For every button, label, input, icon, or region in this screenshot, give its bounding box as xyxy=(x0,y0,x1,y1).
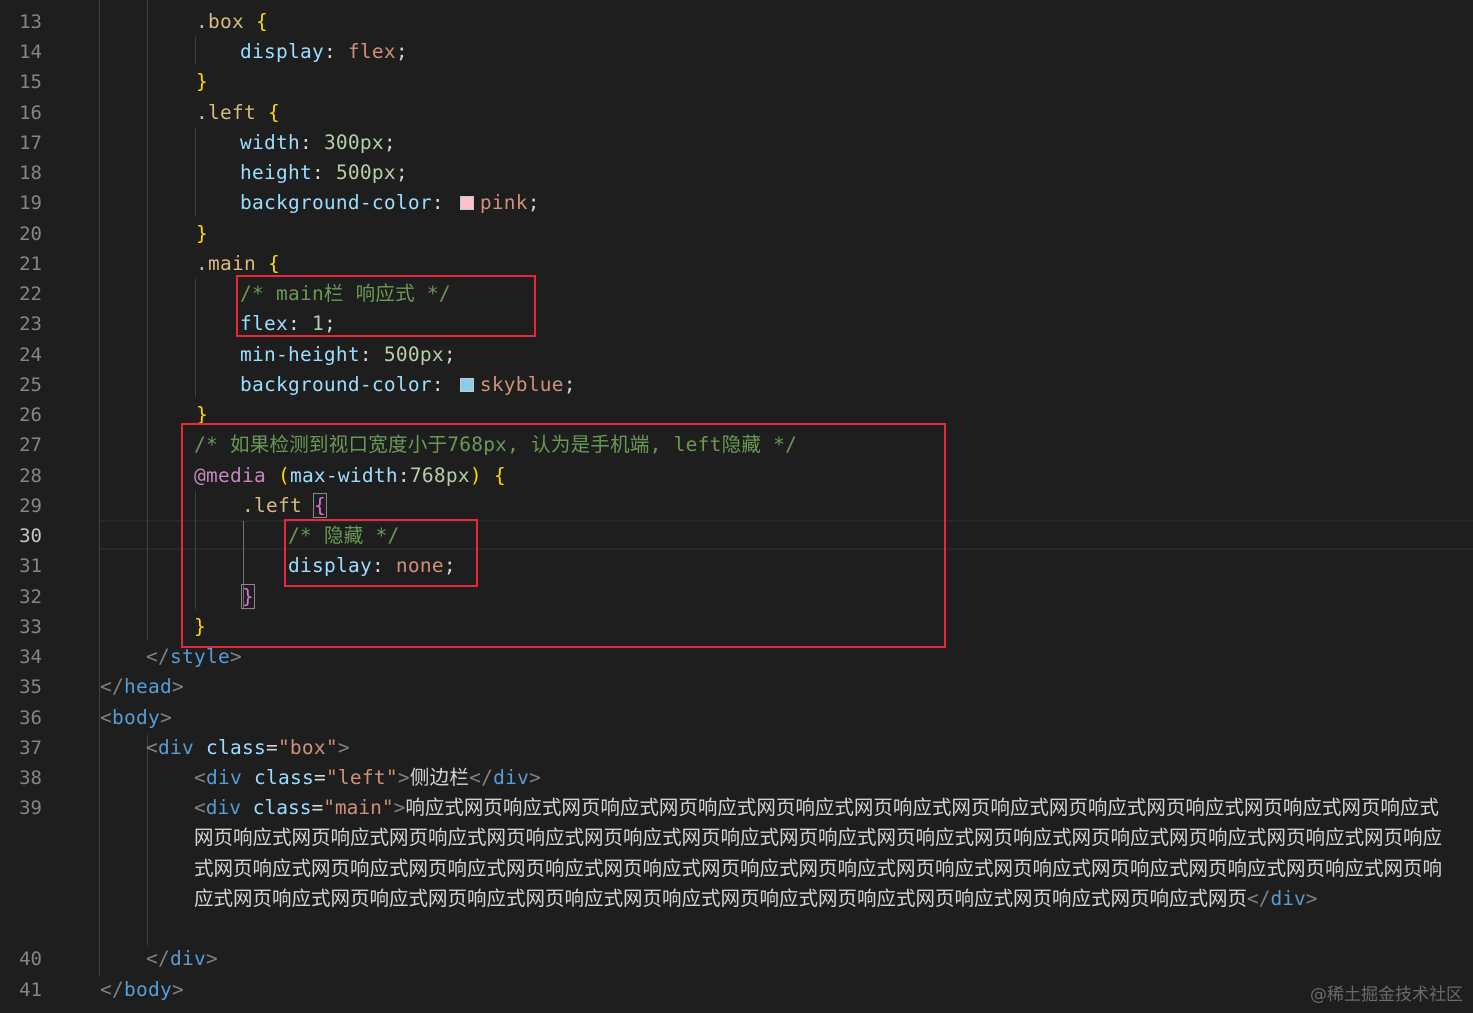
code-line: /* main栏 响应式 */ xyxy=(240,282,451,305)
code-line: display: none; xyxy=(288,554,456,577)
code-line: .left { xyxy=(242,493,327,518)
line-number: 33 xyxy=(19,616,42,638)
code-line-active[interactable]: /* 隐藏 */ xyxy=(100,521,1473,551)
line-number: 34 xyxy=(19,646,42,668)
line-number: 15 xyxy=(19,71,42,93)
line-number: 19 xyxy=(19,192,42,214)
code-line: /* 如果检测到视口宽度小于768px, 认为是手机端, left隐藏 */ xyxy=(194,433,798,456)
code-line-wrapped: <div class="main">响应式网页响应式网页响应式网页响应式网页响应… xyxy=(194,796,1443,910)
code-line: <body> xyxy=(100,706,172,729)
line-number: 24 xyxy=(19,344,42,366)
code-line: } xyxy=(100,582,1473,612)
line-number: 16 xyxy=(19,102,42,124)
line-number: 21 xyxy=(19,253,42,275)
code-line: min-height: 500px; xyxy=(240,343,456,366)
line-number: 37 xyxy=(19,737,42,759)
line-number: 22 xyxy=(19,283,42,305)
line-number: 32 xyxy=(19,586,42,608)
code-line: @media (max-width:768px) { xyxy=(194,464,506,487)
line-number: 41 xyxy=(19,979,42,1001)
code-line: <div class="box"> xyxy=(146,736,350,759)
code-line: flex: 1; xyxy=(240,312,336,335)
color-swatch-pink[interactable] xyxy=(459,196,474,210)
line-number: 17 xyxy=(19,132,42,154)
line-number: 28 xyxy=(19,465,42,487)
code-line: </style> xyxy=(146,645,242,668)
code-line: <div class="left">侧边栏</div> xyxy=(194,766,542,789)
line-number: 35 xyxy=(19,676,42,698)
code-editor[interactable]: 13 14 15 16 17 18 19 20 21 22 23 24 25 2… xyxy=(0,0,1473,1013)
line-number: 27 xyxy=(19,434,42,456)
code-line: } xyxy=(196,403,208,426)
line-number: 18 xyxy=(19,162,42,184)
code-line: display: flex; xyxy=(240,40,408,63)
code-line: } xyxy=(196,222,208,245)
code-line: .left { xyxy=(196,101,280,124)
line-number: 36 xyxy=(19,707,42,729)
code-line: </head> xyxy=(100,675,184,698)
line-number: 14 xyxy=(19,41,42,63)
line-number: 40 xyxy=(19,948,42,970)
line-number: 29 xyxy=(19,495,42,517)
code-line: } xyxy=(194,615,206,638)
matched-bracket: } xyxy=(241,584,255,609)
code-line: </body> xyxy=(100,978,184,1001)
matched-bracket: { xyxy=(312,493,327,518)
code-line: .box { xyxy=(196,10,268,33)
code-line: background-color: skyblue; xyxy=(240,373,576,396)
line-number: 38 xyxy=(19,767,42,789)
line-number: 23 xyxy=(19,313,42,335)
line-number: 39 xyxy=(19,797,42,819)
code-line: } xyxy=(196,70,208,93)
code-line: height: 500px; xyxy=(240,161,408,184)
line-number: 26 xyxy=(19,404,42,426)
line-number: 13 xyxy=(19,11,42,33)
line-number-active: 30 xyxy=(19,525,42,547)
line-number: 25 xyxy=(19,374,42,396)
code-line: background-color: pink; xyxy=(240,191,540,214)
line-number: 31 xyxy=(19,555,42,577)
color-swatch-skyblue[interactable] xyxy=(459,378,474,392)
code-line: .main { xyxy=(196,252,280,275)
watermark: @稀土掘金技术社区 xyxy=(1310,985,1463,1005)
code-line: </div> xyxy=(146,947,218,970)
line-number: 20 xyxy=(19,223,42,245)
code-line: width: 300px; xyxy=(240,131,396,154)
